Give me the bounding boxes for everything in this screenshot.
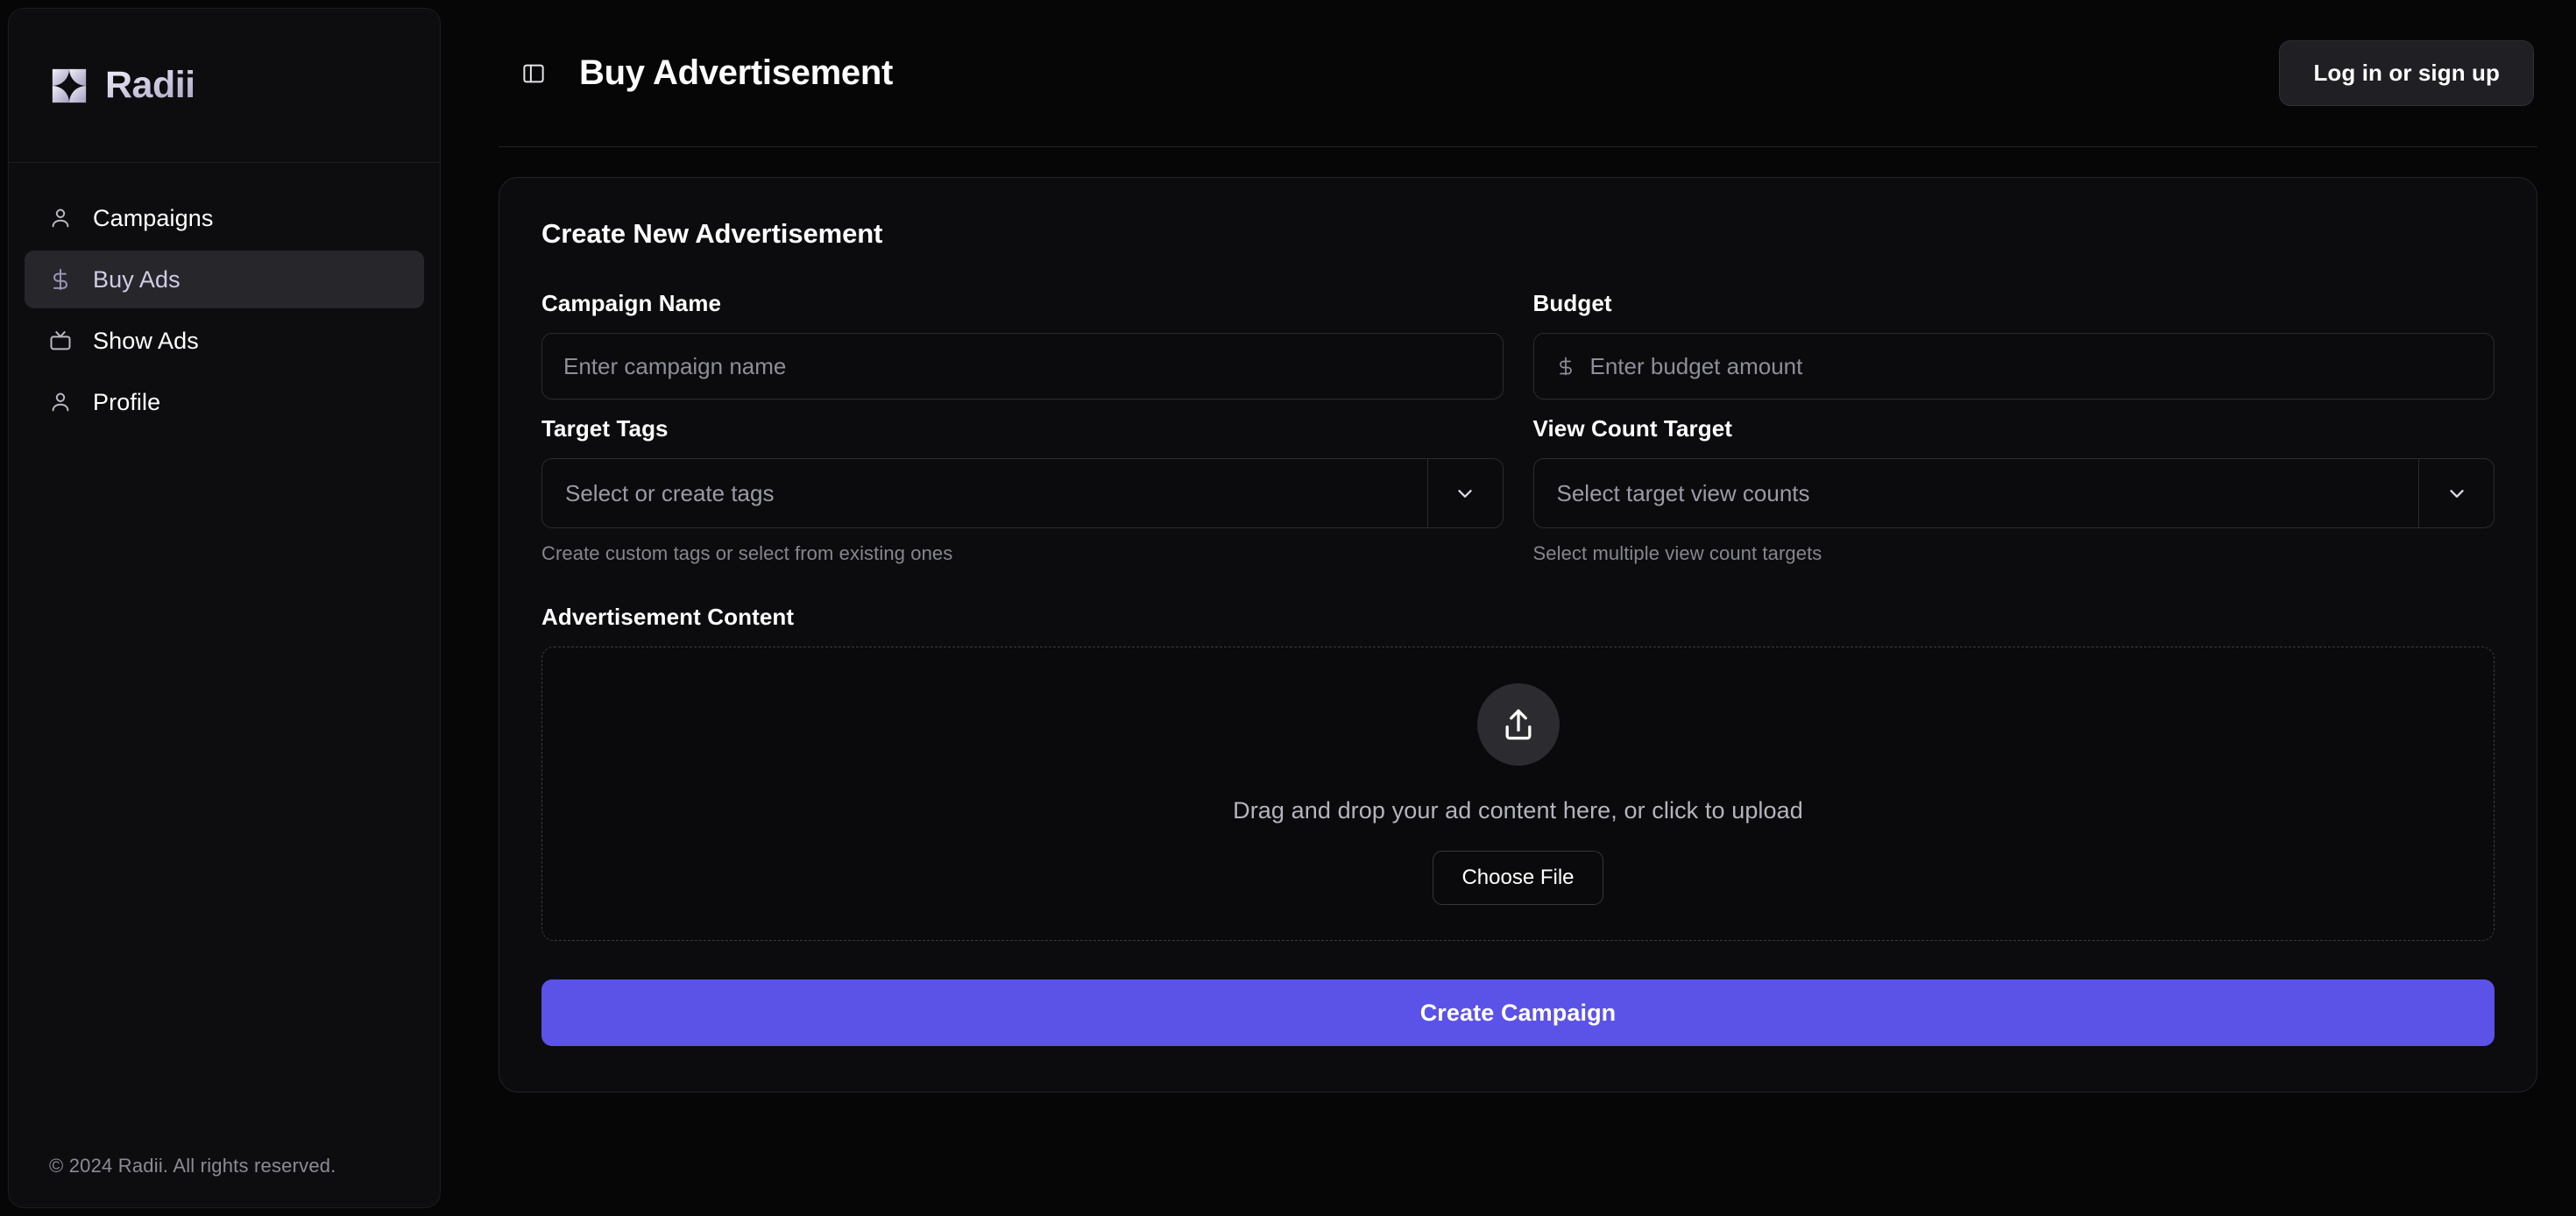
sidebar-item-label: Buy Ads xyxy=(93,265,180,293)
create-advertisement-card: Create New Advertisement Campaign Name B… xyxy=(499,177,2537,1092)
sidebar: Radii Campaigns Buy Ads Show Ads Profile… xyxy=(8,8,441,1208)
radii-petal-logo-icon xyxy=(52,68,87,103)
advertisement-content-field: Advertisement Content Drag and drop your… xyxy=(541,604,2495,941)
create-campaign-button[interactable]: Create Campaign xyxy=(541,979,2495,1046)
main-area: Buy Advertisement Log in or sign up Crea… xyxy=(441,0,2576,1216)
view-count-target-field: View Count Target Select target view cou… xyxy=(1532,415,2495,565)
user-icon xyxy=(47,205,74,231)
budget-label: Budget xyxy=(1532,290,1612,316)
dollar-icon xyxy=(1555,356,1576,377)
campaign-name-field: Campaign Name xyxy=(541,290,1504,399)
panel-left-icon[interactable] xyxy=(514,54,553,93)
target-tags-placeholder: Select or create tags xyxy=(565,479,775,506)
budget-input-shell[interactable] xyxy=(1532,333,2495,399)
form-grid-row-2: Target Tags Select or create tags Create… xyxy=(541,415,2495,581)
sidebar-item-show-ads[interactable]: Show Ads xyxy=(25,312,424,370)
target-tags-help-text: Create custom tags or select from existi… xyxy=(541,542,953,564)
upload-icon xyxy=(1476,682,1560,766)
chevron-down-icon[interactable] xyxy=(1426,459,1503,527)
form-grid-row-1: Campaign Name Budget xyxy=(541,290,2495,415)
choose-file-button[interactable]: Choose File xyxy=(1433,850,1603,905)
card-title: Create New Advertisement xyxy=(541,218,883,249)
target-tags-field: Target Tags Select or create tags Create… xyxy=(541,415,1504,565)
brand[interactable]: Radii xyxy=(9,9,440,163)
view-count-target-placeholder: Select target view counts xyxy=(1556,479,1810,506)
sidebar-footer-copyright: © 2024 Radii. All rights reserved. xyxy=(49,1155,336,1177)
sidebar-item-label: Show Ads xyxy=(93,327,199,354)
budget-input[interactable] xyxy=(1589,352,2473,380)
campaign-name-input-shell[interactable] xyxy=(541,333,1504,399)
sidebar-item-label: Campaigns xyxy=(93,204,214,231)
tv-icon xyxy=(47,328,74,354)
login-or-signup-button[interactable]: Log in or sign up xyxy=(2279,40,2534,106)
sidebar-item-profile[interactable]: Profile xyxy=(25,373,424,431)
target-tags-select[interactable]: Select or create tags xyxy=(541,458,1504,528)
content-wrapper: Create New Advertisement Campaign Name B… xyxy=(499,147,2537,1216)
advertisement-content-label: Advertisement Content xyxy=(541,604,795,630)
dropzone-instruction: Drag and drop your ad content here, or c… xyxy=(1233,796,1803,824)
sidebar-item-campaigns[interactable]: Campaigns xyxy=(25,189,424,247)
chevron-down-icon[interactable] xyxy=(2418,459,2494,527)
sidebar-nav: Campaigns Buy Ads Show Ads Profile xyxy=(9,163,440,1155)
page-title: Buy Advertisement xyxy=(579,53,893,92)
topbar: Buy Advertisement Log in or sign up xyxy=(499,0,2537,147)
campaign-name-input[interactable] xyxy=(563,352,1482,380)
dollar-icon xyxy=(47,266,74,293)
target-tags-label: Target Tags xyxy=(541,415,669,442)
sidebar-item-label: Profile xyxy=(93,388,161,415)
app-root: Radii Campaigns Buy Ads Show Ads Profile… xyxy=(0,0,2576,1216)
campaign-name-label: Campaign Name xyxy=(541,290,722,316)
view-count-target-help-text: Select multiple view count targets xyxy=(1532,542,1822,564)
user-icon xyxy=(47,389,74,415)
file-dropzone[interactable]: Drag and drop your ad content here, or c… xyxy=(541,647,2495,941)
brand-name: Radii xyxy=(105,64,195,106)
view-count-target-label: View Count Target xyxy=(1532,415,1733,442)
view-count-target-select[interactable]: Select target view counts xyxy=(1532,458,2495,528)
budget-field: Budget xyxy=(1532,290,2495,399)
sidebar-item-buy-ads[interactable]: Buy Ads xyxy=(25,251,424,308)
